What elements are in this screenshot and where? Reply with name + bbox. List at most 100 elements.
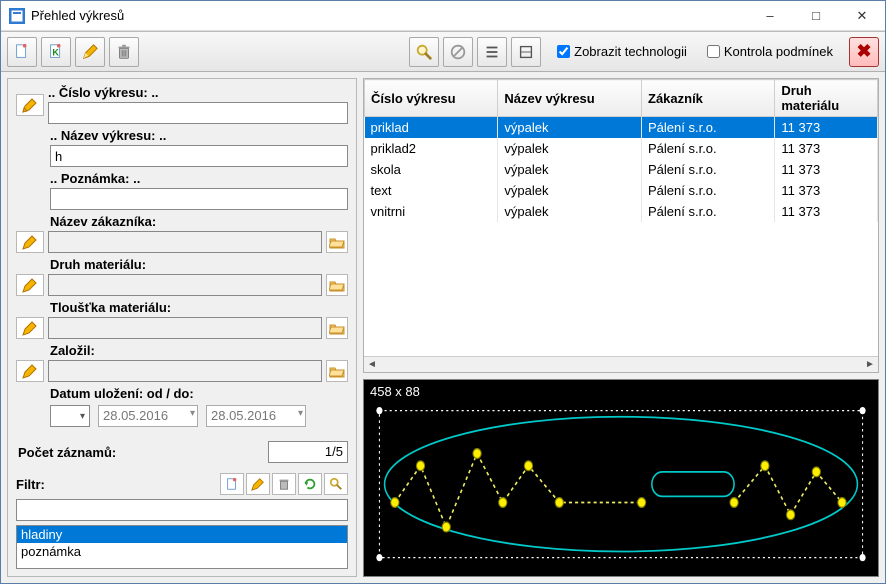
table-row[interactable]: prikladvýpalekPálení s.r.o.11 373 (365, 117, 878, 139)
svg-text:K: K (52, 47, 59, 57)
pencil-icon (251, 477, 265, 491)
tloustka-edit-icon[interactable] (16, 317, 44, 339)
refresh-icon (303, 477, 317, 491)
scroll-left-icon[interactable]: ◄ (364, 358, 380, 372)
filter-text-input[interactable] (16, 499, 348, 521)
pencil-icon (22, 277, 38, 293)
body: .. Číslo výkresu: .. .. Název výkresu: .… (1, 72, 885, 583)
filter-label: Filtr: (16, 477, 218, 492)
close-window-button[interactable]: ✕ (839, 1, 885, 31)
preview-svg (364, 380, 878, 576)
new-doc-icon (225, 477, 239, 491)
table-cell: výpalek (498, 180, 642, 201)
close-button[interactable]: ✖ (849, 37, 879, 67)
zakaznik-lookup-button[interactable] (326, 231, 348, 253)
grid-column-header[interactable]: Název výkresu (498, 80, 642, 117)
pencil-icon (22, 97, 38, 113)
close-x-icon: ✖ (856, 41, 871, 62)
tloustka-lookup-button[interactable] (326, 317, 348, 339)
edit-button[interactable] (75, 37, 105, 67)
date-from-input[interactable]: 28.05.2016 ▾ (98, 405, 198, 427)
zalozil-edit-icon[interactable] (16, 360, 44, 382)
tloustka-input[interactable] (48, 317, 322, 339)
zakaznik-input[interactable] (48, 231, 322, 253)
minimize-button[interactable]: – (747, 1, 793, 31)
filter-panel: .. Číslo výkresu: .. .. Název výkresu: .… (7, 78, 357, 577)
show-technology-checkbox[interactable]: Zobrazit technologii (553, 42, 687, 61)
cislo-input[interactable] (48, 102, 348, 124)
window: Přehled výkresů – □ ✕ K (0, 0, 886, 584)
window-title: Přehled výkresů (31, 8, 747, 23)
filter-search-button[interactable] (324, 473, 348, 495)
table-cell: text (365, 180, 498, 201)
filter-refresh-button[interactable] (298, 473, 322, 495)
zalozil-lookup-button[interactable] (326, 360, 348, 382)
pencil-icon (22, 320, 38, 336)
date-from-value: 28.05.2016 (103, 408, 168, 423)
calendar-icon: ▾ (190, 408, 195, 419)
results-grid[interactable]: Číslo výkresuNázev výkresuZákazníkDruh m… (363, 78, 879, 373)
table-cell: 11 373 (775, 138, 878, 159)
folder-open-icon (329, 234, 345, 250)
table-cell: Pálení s.r.o. (642, 180, 775, 201)
single-view-button[interactable] (511, 37, 541, 67)
trash-icon (277, 477, 291, 491)
material-input[interactable] (48, 274, 322, 296)
new-k-button[interactable]: K (41, 37, 71, 67)
table-row[interactable]: priklad2výpalekPálení s.r.o.11 373 (365, 138, 878, 159)
show-technology-label: Zobrazit technologii (574, 44, 687, 59)
material-lookup-button[interactable] (326, 274, 348, 296)
pencil-icon (81, 43, 99, 61)
disable-button[interactable] (443, 37, 473, 67)
cislo-edit-icon[interactable] (16, 94, 44, 116)
show-technology-input[interactable] (557, 45, 570, 58)
zakaznik-label: Název zákazníka: (50, 214, 348, 229)
folder-open-icon (329, 363, 345, 379)
table-cell: vnitrni (365, 201, 498, 222)
zalozil-input[interactable] (48, 360, 322, 382)
window-buttons: – □ ✕ (747, 1, 885, 31)
trash-icon (115, 43, 133, 61)
toolbar: K Zobrazit technologi (1, 32, 885, 72)
client-area: K Zobrazit technologi (1, 31, 885, 583)
material-edit-icon[interactable] (16, 274, 44, 296)
folder-open-icon (329, 320, 345, 336)
search-button[interactable] (409, 37, 439, 67)
grid-column-header[interactable]: Druh materiálu (775, 80, 878, 117)
date-op-dropdown[interactable]: ▾ (50, 405, 90, 427)
table-row[interactable]: vnitrnivýpalekPálení s.r.o.11 373 (365, 201, 878, 222)
zakaznik-edit-icon[interactable] (16, 231, 44, 253)
grid-column-header[interactable]: Zákazník (642, 80, 775, 117)
poznamka-input[interactable] (50, 188, 348, 210)
list-view-button[interactable] (477, 37, 507, 67)
cislo-label: .. Číslo výkresu: .. (48, 85, 348, 100)
condition-check-input[interactable] (707, 45, 720, 58)
new-button[interactable] (7, 37, 37, 67)
folder-open-icon (329, 277, 345, 293)
date-to-input[interactable]: 28.05.2016▾ (206, 405, 306, 427)
table-row[interactable]: textvýpalekPálení s.r.o.11 373 (365, 180, 878, 201)
delete-button[interactable] (109, 37, 139, 67)
table-cell: výpalek (498, 117, 642, 139)
grid-column-header[interactable]: Číslo výkresu (365, 80, 498, 117)
filter-edit-button[interactable] (246, 473, 270, 495)
table-cell: výpalek (498, 159, 642, 180)
list-item[interactable]: hladiny (17, 526, 347, 543)
scroll-right-icon[interactable]: ► (862, 358, 878, 372)
filter-list[interactable]: hladinypoznámka (16, 525, 348, 569)
magnifier-icon (415, 43, 433, 61)
table-row[interactable]: skolavýpalekPálení s.r.o.11 373 (365, 159, 878, 180)
table-cell: výpalek (498, 138, 642, 159)
pencil-icon (22, 234, 38, 250)
calendar-icon: ▾ (298, 408, 303, 419)
filter-delete-button[interactable] (272, 473, 296, 495)
count-label: Počet záznamů: (18, 445, 268, 460)
nazev-input[interactable] (50, 145, 348, 167)
table-cell: priklad (365, 117, 498, 139)
condition-check-checkbox[interactable]: Kontrola podmínek (703, 42, 833, 61)
grid-scrollbar[interactable]: ◄ ► (364, 356, 878, 372)
filter-new-button[interactable] (220, 473, 244, 495)
maximize-button[interactable]: □ (793, 1, 839, 31)
list-item[interactable]: poznámka (17, 543, 347, 560)
table-cell: výpalek (498, 201, 642, 222)
